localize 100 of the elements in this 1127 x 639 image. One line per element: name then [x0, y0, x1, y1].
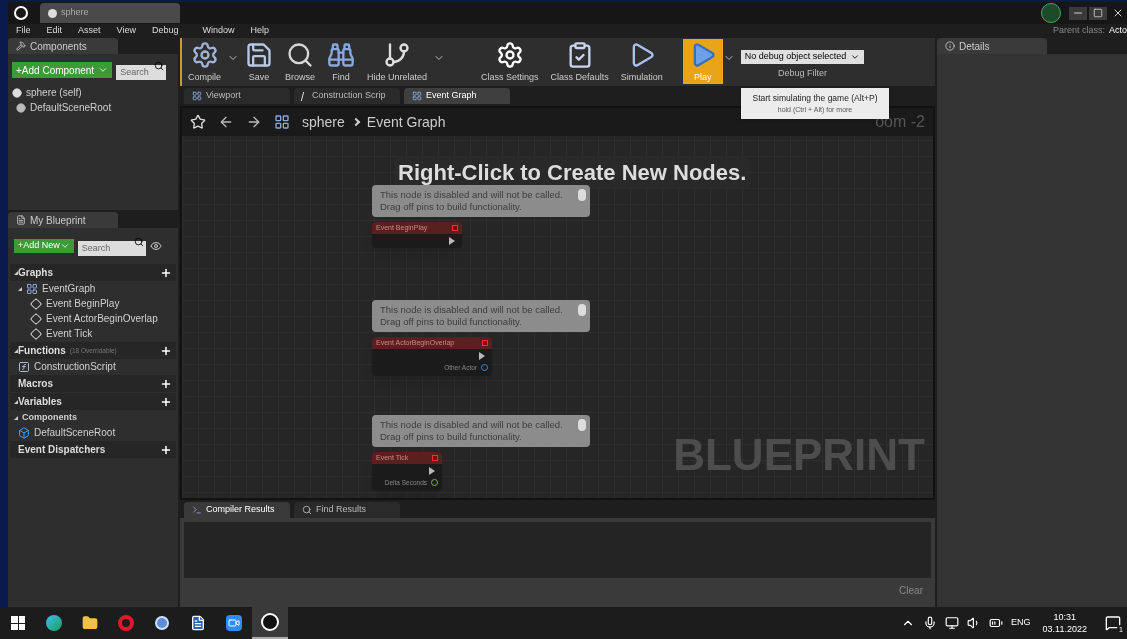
caret-icon [59, 241, 70, 251]
favorite-star-icon[interactable] [190, 114, 206, 130]
menu-item[interactable]: File [8, 24, 39, 38]
tree-item[interactable]: DefaultSceneRoot [30, 100, 112, 115]
pin-toggle-icon[interactable] [578, 304, 586, 316]
microphone-icon[interactable] [923, 616, 938, 630]
menu-item[interactable]: Window [194, 24, 243, 38]
event-icon [30, 312, 42, 325]
add-icon[interactable] [160, 443, 172, 456]
graph-name: Event Graph [366, 112, 446, 132]
my-blueprint-tab[interactable]: My Blueprint [8, 212, 118, 228]
scene-icon [16, 102, 26, 113]
search-icon [302, 505, 312, 515]
add-icon[interactable] [160, 344, 172, 357]
expanded-arrow-icon[interactable] [18, 286, 22, 291]
browser-icon [46, 615, 62, 631]
round-app-icon [155, 616, 169, 630]
tree-item[interactable]: sphere (self) [26, 85, 82, 100]
engine-logo-icon [14, 6, 28, 20]
console-icon [192, 505, 202, 515]
battery-icon[interactable] [989, 616, 1004, 630]
parent-class-link[interactable]: Acto [1109, 24, 1127, 38]
toolbar-button[interactable]: Compile [182, 38, 227, 84]
toolbar-button[interactable]: Class Defaults [544, 38, 615, 84]
expanded-arrow-icon[interactable] [14, 415, 18, 420]
add-component-button[interactable]: +Add Component [12, 62, 113, 78]
minimize-button[interactable] [1069, 6, 1087, 20]
pin-toggle-icon[interactable] [578, 189, 586, 201]
tree-item[interactable]: Event ActorBeginOverlap [46, 311, 158, 326]
folder-icon [82, 615, 98, 631]
menu-item[interactable]: Edit [38, 24, 71, 38]
search-field[interactable]: Search [77, 240, 146, 256]
tree-item[interactable]: DefaultSceneRoot [34, 425, 116, 440]
caret-icon [98, 65, 109, 75]
menu-item[interactable]: Help [242, 24, 277, 38]
toolbar-button[interactable]: Save [239, 38, 279, 84]
editor-tab[interactable]: Viewport [184, 88, 290, 104]
eye-icon[interactable] [149, 240, 162, 252]
tree-item[interactable]: Event Tick [46, 326, 93, 341]
delegate-pin-icon [452, 225, 458, 231]
tree-item[interactable]: ConstructionScript [34, 359, 116, 374]
search-icon [154, 61, 165, 71]
section-header[interactable]: Functions [18, 343, 66, 358]
results-tab[interactable]: Compiler Results [184, 502, 290, 518]
components-tab[interactable]: Components [8, 38, 118, 54]
delegate-pin-icon [432, 455, 438, 461]
expanded-arrow-icon[interactable] [14, 399, 18, 404]
sphere-icon [12, 87, 22, 98]
blueprint-name[interactable]: sphere [302, 111, 345, 133]
comment-text: This node is disabled and will not be called. [380, 304, 563, 316]
event-icon [30, 327, 42, 340]
save-icon [245, 40, 273, 69]
exec-pin-icon[interactable] [449, 237, 455, 245]
clock[interactable]: 10:31 03.11.2022 [1038, 611, 1091, 635]
toolbar-button[interactable]: Find [321, 38, 362, 84]
comment-text: Drag off pins to build functionality. [380, 201, 522, 213]
tree-item[interactable]: Event BeginPlay [46, 296, 120, 311]
forward-arrow-icon[interactable] [246, 114, 262, 130]
debug-object-dropdown[interactable]: No debug object selected [740, 49, 865, 64]
component-icon [18, 426, 30, 439]
editor-tab[interactable]: Construction Scrip [294, 88, 400, 104]
ring-icon [118, 615, 134, 631]
add-icon[interactable] [160, 377, 172, 390]
toolbar-button[interactable]: Class Settings [475, 38, 545, 84]
pin-toggle-icon[interactable] [578, 419, 586, 431]
toolbar-button[interactable]: Simulation [614, 38, 669, 84]
search-field[interactable]: Search [116, 64, 167, 80]
details-tab[interactable]: Details [937, 38, 1047, 54]
video-camera-icon [226, 615, 242, 631]
taskbar-app[interactable] [252, 607, 288, 639]
debug-filter-label: Debug Filter [777, 66, 827, 80]
menu-item[interactable]: Asset [70, 24, 109, 38]
comment-text: This node is disabled and will not be called. [380, 189, 563, 201]
maximize-button[interactable] [1089, 6, 1107, 20]
engine-logo-icon [261, 613, 279, 631]
event-icon [30, 297, 42, 310]
delegate-pin-icon [482, 340, 488, 346]
add-new-button[interactable]: +Add New [14, 239, 74, 253]
expanded-arrow-icon[interactable] [14, 270, 18, 275]
menu-item[interactable]: View [108, 24, 144, 38]
section-header[interactable]: Macros [18, 376, 53, 391]
viewport-icon [192, 91, 202, 101]
tree-item[interactable]: EventGraph [42, 281, 96, 296]
results-tab[interactable]: Find Results [294, 502, 400, 518]
toolbar-button[interactable]: Browse [279, 38, 322, 84]
function-icon [18, 360, 30, 373]
document-tab[interactable]: sphere [40, 3, 180, 23]
add-icon[interactable] [160, 266, 172, 279]
notification-icon[interactable] [1105, 615, 1121, 631]
maximize-icon [1093, 8, 1103, 18]
editor-tab[interactable]: Event Graph [404, 88, 510, 104]
binoculars-icon [327, 40, 356, 69]
toolbar-button[interactable]: Hide Unrelated [361, 38, 434, 84]
language-indicator[interactable]: ENG [1011, 616, 1031, 630]
exec-pin-icon[interactable] [429, 467, 435, 475]
add-icon[interactable] [160, 395, 172, 408]
menu-item[interactable]: Debug [143, 24, 187, 38]
exec-pin-icon[interactable] [479, 352, 485, 360]
expanded-arrow-icon[interactable] [14, 348, 18, 353]
section-header[interactable]: Graphs [18, 265, 53, 280]
